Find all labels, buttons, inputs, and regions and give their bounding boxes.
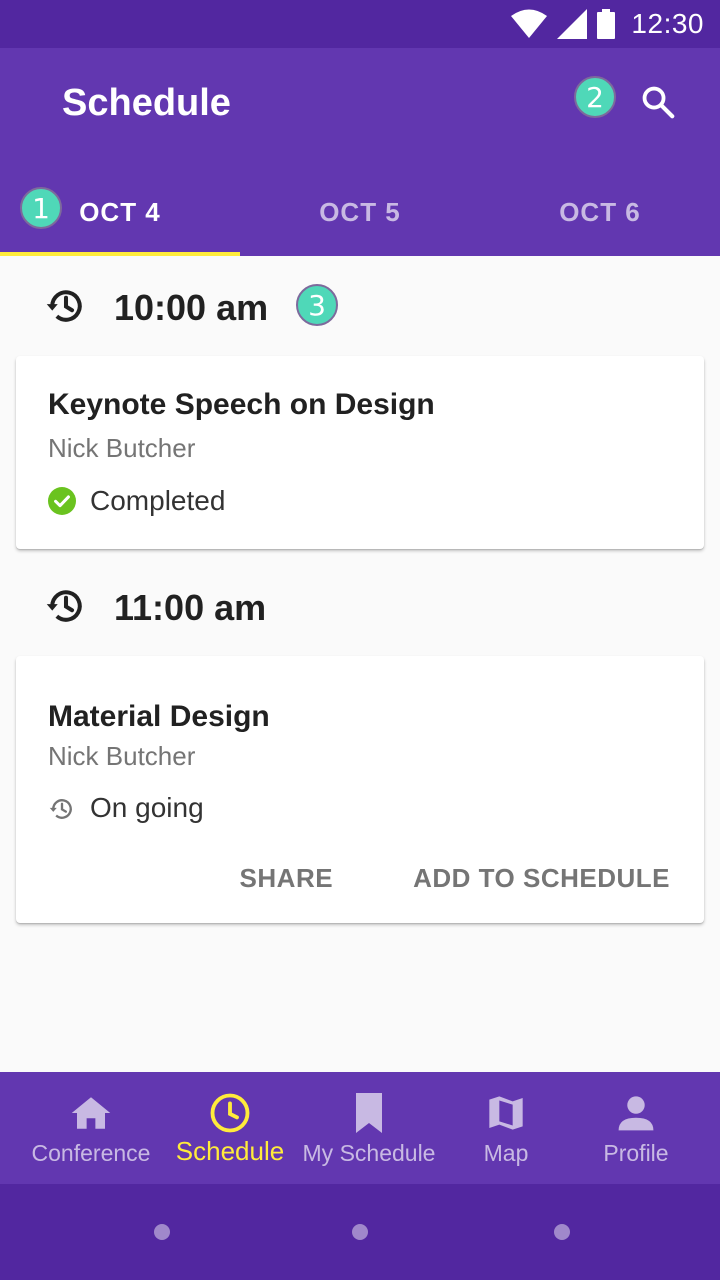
bookmark-icon bbox=[354, 1092, 384, 1134]
history-icon bbox=[44, 284, 88, 333]
history-icon bbox=[44, 584, 88, 633]
tab-oct-6[interactable]: OCT 6 bbox=[480, 168, 720, 256]
card-actions: SHARE ADD TO SCHEDULE bbox=[160, 863, 670, 894]
time-slot-label: 10:00 am bbox=[114, 287, 269, 328]
session-card[interactable]: Keynote Speech on Design Nick Butcher Co… bbox=[16, 356, 704, 549]
session-speaker: Nick Butcher bbox=[48, 433, 196, 463]
tab-oct-5[interactable]: OCT 5 bbox=[240, 168, 480, 256]
date-tabs: OCT 4 OCT 5 OCT 6 bbox=[0, 168, 720, 256]
session-status-label: Completed bbox=[90, 485, 226, 516]
tab-label: OCT 5 bbox=[319, 196, 401, 227]
nav-item-profile[interactable]: Profile bbox=[552, 1072, 720, 1184]
search-icon bbox=[639, 83, 677, 126]
nav-label: Map bbox=[483, 1140, 529, 1166]
home-icon bbox=[70, 1092, 112, 1134]
tab-label: OCT 6 bbox=[559, 196, 641, 227]
session-title: Material Design bbox=[48, 700, 270, 733]
annotation-marker-2: 2 bbox=[574, 76, 616, 118]
search-button[interactable] bbox=[630, 76, 686, 132]
annotation-marker-1: 1 bbox=[20, 187, 62, 229]
battery-icon bbox=[597, 9, 616, 39]
person-icon bbox=[617, 1092, 655, 1134]
nav-item-map[interactable]: Map bbox=[460, 1072, 552, 1184]
bottom-navigation: Conference Schedule My Schedule Map Prof… bbox=[0, 1072, 720, 1184]
status-time: 12:30 bbox=[631, 8, 704, 39]
time-slot-label: 11:00 am bbox=[114, 587, 267, 628]
add-to-schedule-button[interactable]: ADD TO SCHEDULE bbox=[413, 863, 670, 894]
nav-label: My Schedule bbox=[302, 1140, 436, 1166]
app-bar: Schedule OCT 4 OCT 5 OCT 6 bbox=[0, 48, 720, 256]
time-slot-header: 11:00 am bbox=[44, 578, 266, 638]
nav-label: Profile bbox=[603, 1140, 669, 1166]
share-button[interactable]: SHARE bbox=[240, 863, 334, 894]
history-icon bbox=[48, 794, 76, 822]
system-navigation-bar bbox=[0, 1184, 720, 1280]
time-slot-header: 10:00 am bbox=[44, 278, 268, 338]
session-status-label: On going bbox=[90, 792, 204, 823]
nav-item-my-schedule[interactable]: My Schedule bbox=[278, 1072, 460, 1184]
nav-item-conference[interactable]: Conference bbox=[0, 1072, 182, 1184]
page-title: Schedule bbox=[62, 82, 231, 124]
map-icon bbox=[486, 1092, 526, 1134]
check-circle-icon bbox=[48, 487, 76, 515]
status-bar: 12:30 bbox=[0, 0, 720, 48]
annotation-marker-3: 3 bbox=[296, 284, 338, 326]
nav-label: Schedule bbox=[175, 1136, 285, 1166]
session-card[interactable]: Material Design Nick Butcher On going SH… bbox=[16, 656, 704, 923]
system-recents-button[interactable] bbox=[554, 1224, 570, 1240]
system-home-button[interactable] bbox=[352, 1224, 368, 1240]
system-back-button[interactable] bbox=[154, 1224, 170, 1240]
nav-item-schedule[interactable]: Schedule bbox=[176, 1072, 284, 1184]
signal-icon bbox=[557, 9, 588, 39]
session-title: Keynote Speech on Design bbox=[48, 388, 435, 421]
session-status: On going bbox=[48, 792, 204, 824]
wifi-icon bbox=[511, 9, 548, 39]
session-speaker: Nick Butcher bbox=[48, 741, 196, 771]
clock-icon bbox=[209, 1092, 251, 1134]
nav-label: Conference bbox=[31, 1140, 151, 1166]
tab-label: OCT 4 bbox=[79, 196, 161, 227]
session-status: Completed bbox=[48, 485, 225, 517]
